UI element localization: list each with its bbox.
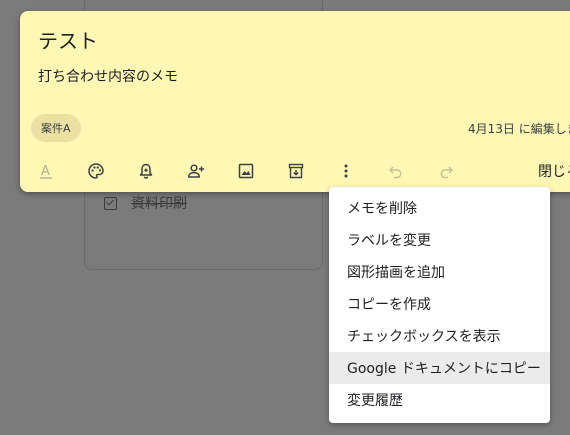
background-checklist-item-text: 資料印刷 [131, 196, 187, 212]
add-image-button[interactable] [231, 156, 261, 186]
archive-button[interactable] [281, 156, 311, 186]
note-body[interactable]: 打ち合わせ内容のメモ [38, 66, 178, 86]
menu-item-show-checkboxes[interactable]: チェックボックスを表示 [329, 320, 550, 352]
collaborator-icon [188, 164, 204, 178]
text-format-icon: A [40, 164, 52, 179]
close-button[interactable]: 閉じる [538, 161, 570, 181]
archive-icon [288, 163, 304, 179]
menu-item-delete-note[interactable]: メモを削除 [329, 192, 550, 224]
redo-button[interactable] [431, 156, 461, 186]
background-options-button[interactable] [81, 156, 111, 186]
menu-item-copy-to-google-docs[interactable]: Google ドキュメントにコピー [329, 352, 550, 384]
text-format-button[interactable]: A [31, 156, 61, 186]
menu-item-add-drawing[interactable]: 図形描画を追加 [329, 256, 550, 288]
background-checklist-item[interactable]: 資料印刷 [104, 193, 187, 213]
menu-item-version-history[interactable]: 変更履歴 [329, 384, 550, 416]
menu-item-make-copy[interactable]: コピーを作成 [329, 288, 550, 320]
menu-item-change-labels[interactable]: ラベルを変更 [329, 224, 550, 256]
undo-icon [388, 166, 402, 179]
label-chip[interactable]: 案件A [31, 114, 81, 142]
undo-button[interactable] [381, 156, 411, 186]
note-title[interactable]: テスト [38, 25, 98, 54]
edited-timestamp: 4月13日 に編集しま [468, 122, 570, 136]
image-icon [238, 163, 254, 179]
more-options-button[interactable] [331, 156, 361, 186]
label-chip-text: 案件A [41, 122, 71, 135]
more-vert-icon [344, 164, 348, 178]
redo-icon [440, 166, 454, 179]
more-options-menu: メモを削除 ラベルを変更 図形描画を追加 コピーを作成 チェックボックスを表示 … [329, 187, 550, 423]
svg-text:A: A [41, 164, 50, 179]
open-note: テスト 打ち合わせ内容のメモ 案件A 4月13日 に編集しま A 閉じ [20, 11, 570, 192]
palette-icon [88, 163, 104, 179]
reminder-button[interactable] [131, 156, 161, 186]
checked-checkbox-icon[interactable] [104, 196, 117, 210]
collaborator-button[interactable] [181, 156, 211, 186]
reminder-bell-icon [139, 163, 153, 179]
